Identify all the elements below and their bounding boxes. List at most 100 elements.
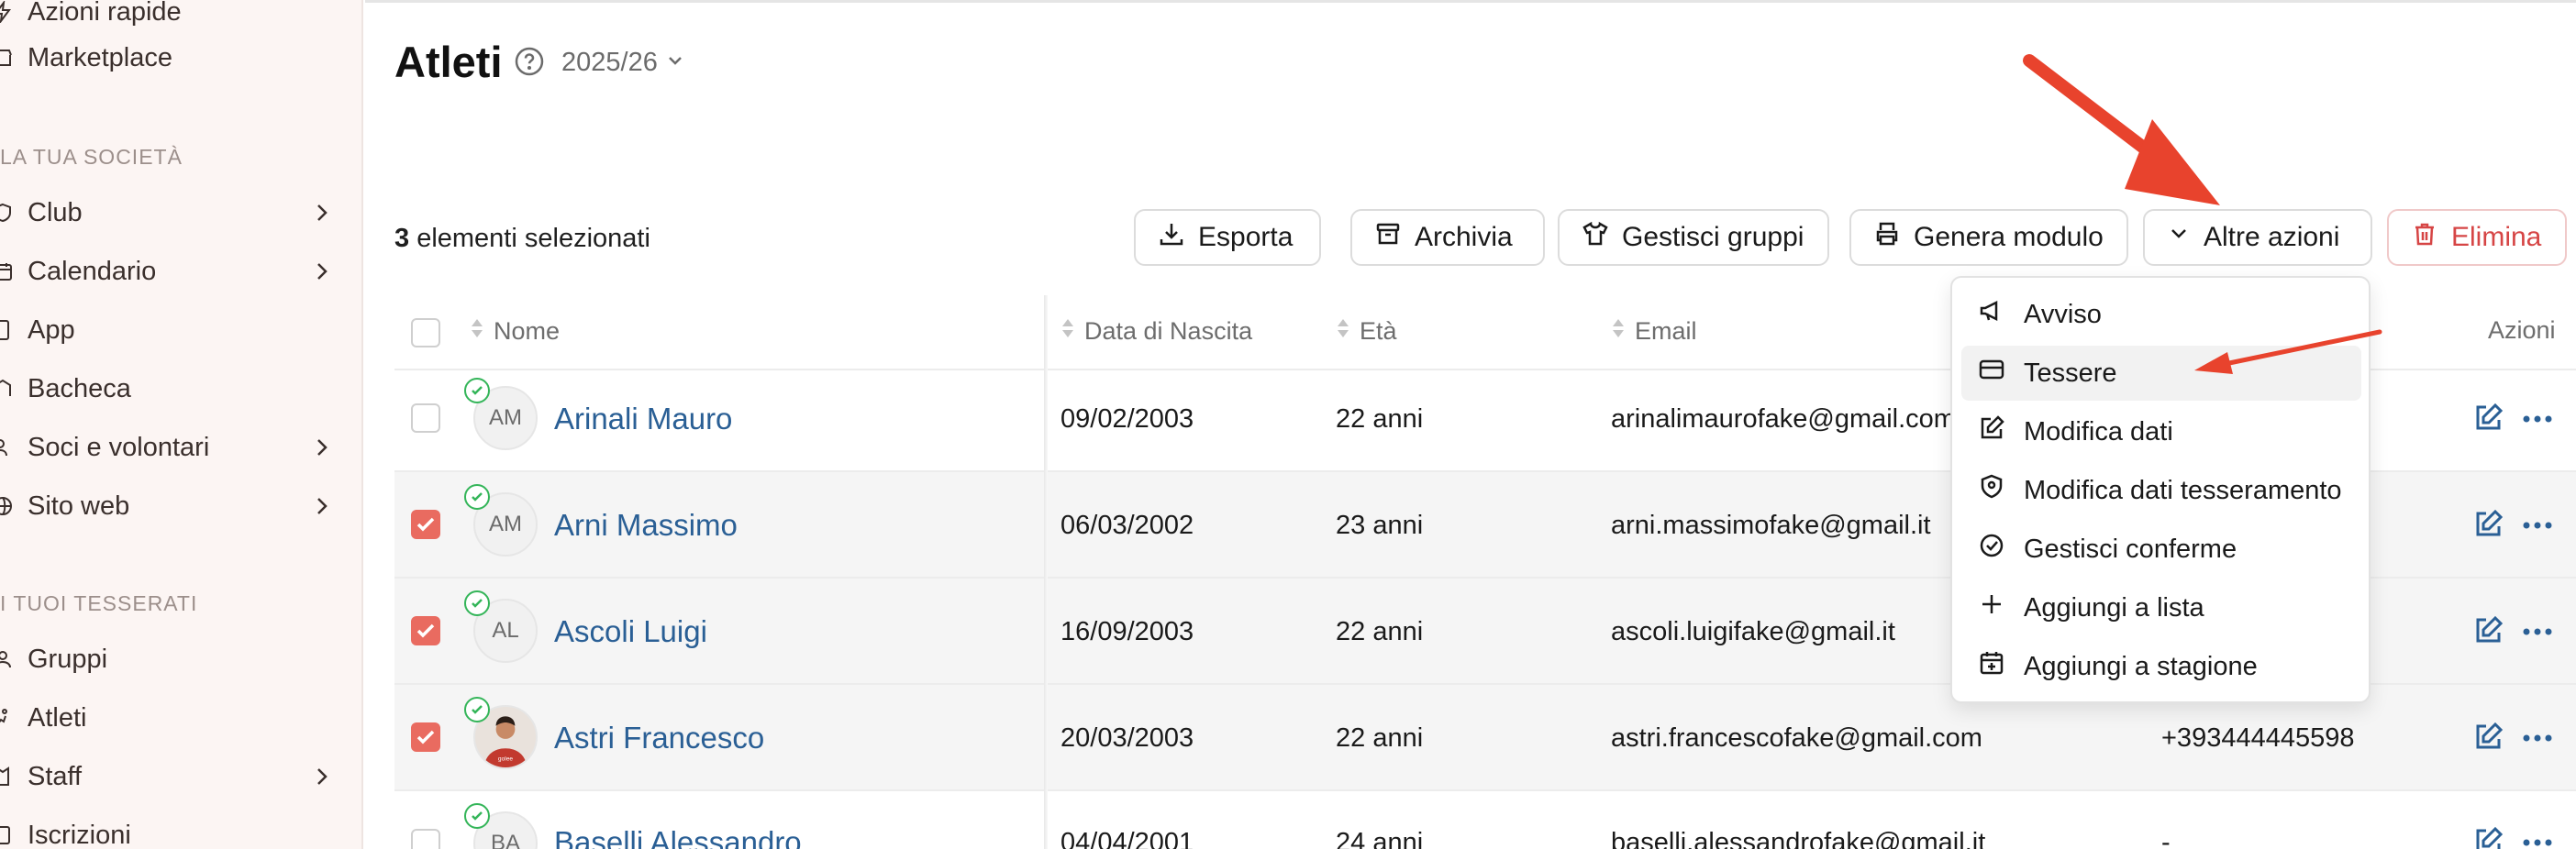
age: 23 anni <box>1336 511 1424 540</box>
athlete-name-link[interactable]: Arni Massimo <box>554 508 738 543</box>
sidebar-item-sito-web[interactable]: Sito web <box>0 481 341 531</box>
column-header-label: Email <box>1635 317 1697 345</box>
printer-icon <box>1873 220 1901 255</box>
sidebar-item-soci-volontari[interactable]: Soci e volontari <box>0 423 341 472</box>
select-all-checkbox[interactable] <box>411 318 440 347</box>
generate-form-button[interactable]: Genera modulo <box>1849 209 2128 266</box>
phone: +393444445598 <box>2161 723 2355 753</box>
menu-item-gestisci-conferme[interactable]: Gestisci conferme <box>1961 522 2361 577</box>
sidebar-item-bacheca[interactable]: Bacheca <box>0 364 341 413</box>
sidebar-item-atleti[interactable]: Atleti <box>0 693 341 743</box>
shield-icon <box>0 199 17 226</box>
column-header-label: Età <box>1360 317 1397 345</box>
column-header-label: Data di Nascita <box>1084 317 1253 345</box>
sidebar-item-gruppi[interactable]: Gruppi <box>0 634 341 684</box>
chevron-down-icon <box>2167 222 2191 253</box>
sidebar-item-staff[interactable]: Staff <box>0 752 341 801</box>
top-border <box>365 0 2576 3</box>
selection-count-label: elementi selezionati <box>409 224 650 253</box>
export-button[interactable]: Esporta <box>1134 209 1321 266</box>
edit-icon[interactable] <box>2471 721 2504 758</box>
manage-groups-button[interactable]: Gestisci gruppi <box>1558 209 1829 266</box>
sidebar-item-label: Azioni rapide <box>28 0 182 27</box>
column-header-birth[interactable]: Data di Nascita <box>1060 316 1252 347</box>
chevron-right-icon <box>312 494 332 525</box>
shirt-icon <box>1582 220 1609 255</box>
athlete-name-link[interactable]: Ascoli Luigi <box>554 614 707 649</box>
sidebar-item-label: Atleti <box>28 702 87 733</box>
trash-icon <box>2411 220 2438 255</box>
megaphone-icon <box>1978 297 2005 332</box>
archive-button[interactable]: Archivia <box>1350 209 1545 266</box>
column-header-name[interactable]: Nome <box>470 316 560 347</box>
menu-item-tessere[interactable]: Tessere <box>1961 346 2361 401</box>
sort-icon <box>1336 316 1350 347</box>
sidebar-section-society: LA TUA SOCIETÀ <box>0 145 183 169</box>
birth-date: 04/04/2001 <box>1060 828 1194 849</box>
sidebar: Azioni rapide Marketplace LA TUA SOCIETÀ… <box>0 0 363 849</box>
avatar-initials: AM <box>489 405 522 430</box>
more-options-icon[interactable] <box>2521 618 2554 650</box>
birth-date: 20/03/2003 <box>1060 723 1194 753</box>
more-options-icon[interactable] <box>2521 724 2554 756</box>
column-header-age[interactable]: Età <box>1336 316 1397 347</box>
page-title: Atleti <box>394 38 503 86</box>
menu-item-label: Tessere <box>2024 358 2117 388</box>
menu-item-modifica-tesseramento[interactable]: Modifica dati tesseramento <box>1961 463 2361 518</box>
row-checkbox[interactable] <box>411 510 440 539</box>
row-checkbox[interactable] <box>411 722 440 752</box>
arrow-to-more-actions <box>2023 54 2220 205</box>
edit-icon[interactable] <box>2471 508 2504 546</box>
more-options-icon[interactable] <box>2521 405 2554 437</box>
edit-icon[interactable] <box>2471 402 2504 439</box>
phone-icon <box>0 316 17 344</box>
sidebar-item-app[interactable]: App <box>0 305 341 355</box>
email: arni.massimofake@gmail.it <box>1611 511 1931 540</box>
row-checkbox[interactable] <box>411 829 440 849</box>
delete-button[interactable]: Elimina <box>2387 209 2567 266</box>
menu-item-label: Gestisci conferme <box>2024 534 2237 564</box>
sidebar-item-club[interactable]: Club <box>0 188 341 237</box>
svg-text:golee: golee <box>498 755 513 762</box>
sidebar-item-marketplace[interactable]: Marketplace <box>0 33 341 83</box>
menu-item-aggiungi-lista[interactable]: Aggiungi a lista <box>1961 580 2361 635</box>
email: arinalimaurofake@gmail.com <box>1611 404 1956 434</box>
athlete-name-link[interactable]: Astri Francesco <box>554 721 764 755</box>
sidebar-item-calendario[interactable]: Calendario <box>0 247 341 296</box>
sidebar-item-iscrizioni[interactable]: Iscrizioni <box>0 810 341 849</box>
chevron-right-icon <box>312 201 332 232</box>
menu-item-label: Aggiungi a lista <box>2024 592 2204 623</box>
sidebar-item-azioni-rapide[interactable]: Azioni rapide <box>0 0 341 37</box>
menu-item-label: Modifica dati tesseramento <box>2024 475 2342 505</box>
column-header-email[interactable]: Email <box>1611 316 1697 347</box>
row-divider <box>394 789 2576 791</box>
season-selector[interactable]: 2025/26 <box>561 48 685 78</box>
verified-icon <box>464 697 490 722</box>
athlete-name-link[interactable]: Arinali Mauro <box>554 402 732 436</box>
card-icon <box>1978 356 2005 391</box>
more-actions-button[interactable]: Altre azioni <box>2143 209 2372 266</box>
row-checkbox[interactable] <box>411 616 440 645</box>
globe-icon <box>0 492 17 520</box>
help-icon[interactable] <box>514 46 545 82</box>
athlete-name-link[interactable]: Baselli Alessandro <box>554 825 802 849</box>
more-actions-menu: Avviso Tessere Modifica dati Modifica da… <box>1950 276 2371 703</box>
generate-form-button-label: Genera modulo <box>1914 222 2104 252</box>
phone: - <box>2161 828 2171 849</box>
row-checkbox[interactable] <box>411 403 440 433</box>
more-options-icon[interactable] <box>2521 829 2554 849</box>
chevron-right-icon <box>312 436 332 467</box>
menu-item-aggiungi-stagione[interactable]: Aggiungi a stagione <box>1961 639 2361 694</box>
more-options-icon[interactable] <box>2521 512 2554 544</box>
menu-item-label: Aggiungi a stagione <box>2024 651 2258 681</box>
archive-button-label: Archivia <box>1415 222 1513 252</box>
edit-icon[interactable] <box>2471 825 2504 849</box>
sidebar-section-members: I TUOI TESSERATI <box>0 591 198 615</box>
sidebar-item-label: Sito web <box>28 491 130 521</box>
menu-item-modifica-dati[interactable]: Modifica dati <box>1961 404 2361 459</box>
birth-date: 16/09/2003 <box>1060 617 1194 646</box>
menu-item-avviso[interactable]: Avviso <box>1961 287 2361 342</box>
edit-icon[interactable] <box>2471 614 2504 652</box>
sidebar-item-label: App <box>28 314 75 345</box>
avatar-initials: AM <box>489 512 522 536</box>
